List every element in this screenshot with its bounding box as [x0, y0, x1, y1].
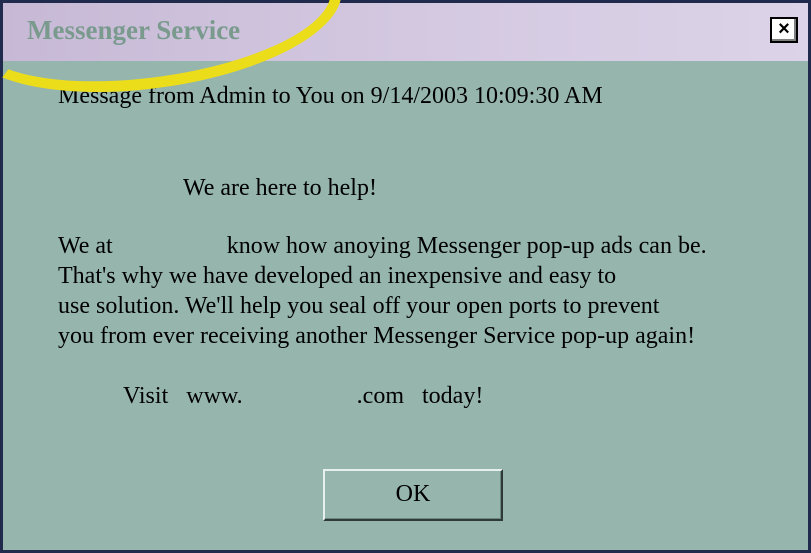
messenger-service-dialog: Messenger Service × Message from Admin t…	[0, 0, 811, 553]
message-header: Message from Admin to You on 9/14/2003 1…	[58, 83, 603, 109]
message-body-line: We at know how anoying Messenger pop-up …	[58, 233, 707, 259]
dialog-title: Messenger Service	[27, 15, 241, 45]
title-bar[interactable]: Messenger Service ×	[3, 3, 808, 61]
message-visit-line: Visit www. .com today!	[123, 383, 484, 409]
close-button[interactable]: ×	[770, 17, 798, 43]
message-body-line: That's why we have developed an inexpens…	[58, 263, 617, 289]
close-icon: ×	[778, 18, 790, 40]
message-body-line: you from ever receiving another Messenge…	[58, 323, 696, 349]
message-body-line: use solution. We'll help you seal off yo…	[58, 293, 660, 319]
ok-button[interactable]: OK	[323, 469, 503, 521]
message-greeting: We are here to help!	[183, 175, 377, 201]
